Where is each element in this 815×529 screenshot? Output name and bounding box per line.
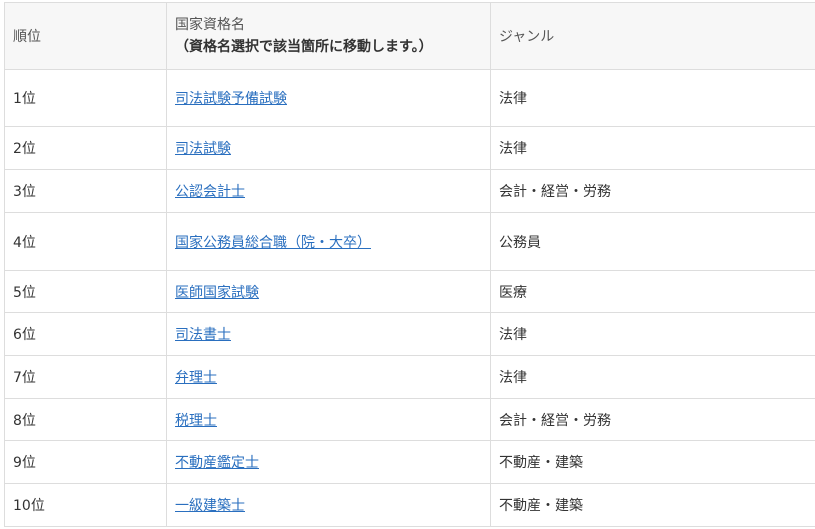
rank-cell: 2位 xyxy=(4,126,167,170)
genre-cell: 会計・経営・労務 xyxy=(490,169,815,213)
genre-cell: 法律 xyxy=(490,69,815,127)
table-row: 6位 司法書士 法律 xyxy=(4,312,815,356)
qualification-link[interactable]: 司法試験予備試験 xyxy=(175,91,287,107)
table-row: 8位 税理士 会計・経営・労務 xyxy=(4,398,815,441)
table-row: 4位 国家公務員総合職（院・大卒） 公務員 xyxy=(4,212,815,271)
qualification-link[interactable]: 一級建築士 xyxy=(175,498,245,514)
header-qualification: 国家資格名 （資格名選択で該当箇所に移動します。） xyxy=(166,2,491,70)
header-rank: 順位 xyxy=(4,2,167,70)
qualification-link[interactable]: 不動産鑑定士 xyxy=(175,455,259,471)
genre-cell: 法律 xyxy=(490,312,815,356)
rank-cell: 6位 xyxy=(4,312,167,356)
genre-cell: 法律 xyxy=(490,126,815,170)
header-row: 順位 国家資格名 （資格名選択で該当箇所に移動します。） ジャンル xyxy=(4,2,815,70)
table-body: 1位 司法試験予備試験 法律 2位 司法試験 法律 3位 公認会計士 会計・経営… xyxy=(4,69,815,527)
qualification-link[interactable]: 税理士 xyxy=(175,413,217,429)
ranking-table: 順位 国家資格名 （資格名選択で該当箇所に移動します。） ジャンル 1位 司法試… xyxy=(4,2,815,527)
table-row: 10位 一級建築士 不動産・建築 xyxy=(4,483,815,527)
qualification-link[interactable]: 公認会計士 xyxy=(175,184,245,200)
qualification-cell: 公認会計士 xyxy=(166,169,491,213)
qualification-link[interactable]: 司法書士 xyxy=(175,327,231,343)
qualification-cell: 一級建築士 xyxy=(166,483,491,527)
table-row: 1位 司法試験予備試験 法律 xyxy=(4,69,815,127)
qualification-cell: 司法試験 xyxy=(166,126,491,170)
genre-cell: 公務員 xyxy=(490,212,815,271)
table-row: 7位 弁理士 法律 xyxy=(4,355,815,399)
rank-cell: 4位 xyxy=(4,212,167,271)
table-header: 順位 国家資格名 （資格名選択で該当箇所に移動します。） ジャンル xyxy=(4,2,815,70)
table-row: 2位 司法試験 法律 xyxy=(4,126,815,170)
genre-cell: 不動産・建築 xyxy=(490,483,815,527)
header-qualification-label: 国家資格名 xyxy=(175,17,245,33)
genre-cell: 会計・経営・労務 xyxy=(490,398,815,441)
rank-cell: 3位 xyxy=(4,169,167,213)
qualification-cell: 弁理士 xyxy=(166,355,491,399)
qualification-cell: 医師国家試験 xyxy=(166,270,491,313)
rank-cell: 1位 xyxy=(4,69,167,127)
rank-cell: 8位 xyxy=(4,398,167,441)
header-genre: ジャンル xyxy=(490,2,815,70)
qualification-cell: 不動産鑑定士 xyxy=(166,440,491,484)
genre-cell: 不動産・建築 xyxy=(490,440,815,484)
rank-cell: 5位 xyxy=(4,270,167,313)
table-row: 3位 公認会計士 会計・経営・労務 xyxy=(4,169,815,213)
qualification-link[interactable]: 国家公務員総合職（院・大卒） xyxy=(175,235,371,251)
genre-cell: 医療 xyxy=(490,270,815,313)
rank-cell: 10位 xyxy=(4,483,167,527)
rank-cell: 9位 xyxy=(4,440,167,484)
qualification-link[interactable]: 司法試験 xyxy=(175,141,231,157)
qualification-cell: 司法書士 xyxy=(166,312,491,356)
qualification-cell: 国家公務員総合職（院・大卒） xyxy=(166,212,491,271)
header-rank-label: 順位 xyxy=(13,29,41,45)
qualification-cell: 税理士 xyxy=(166,398,491,441)
header-genre-label: ジャンル xyxy=(499,29,555,45)
qualification-cell: 司法試験予備試験 xyxy=(166,69,491,127)
rank-cell: 7位 xyxy=(4,355,167,399)
qualification-link[interactable]: 弁理士 xyxy=(175,370,217,386)
qualification-link[interactable]: 医師国家試験 xyxy=(175,285,259,301)
table-row: 9位 不動産鑑定士 不動産・建築 xyxy=(4,440,815,484)
header-qualification-note: （資格名選択で該当箇所に移動します。） xyxy=(175,39,433,55)
table-row: 5位 医師国家試験 医療 xyxy=(4,270,815,313)
genre-cell: 法律 xyxy=(490,355,815,399)
